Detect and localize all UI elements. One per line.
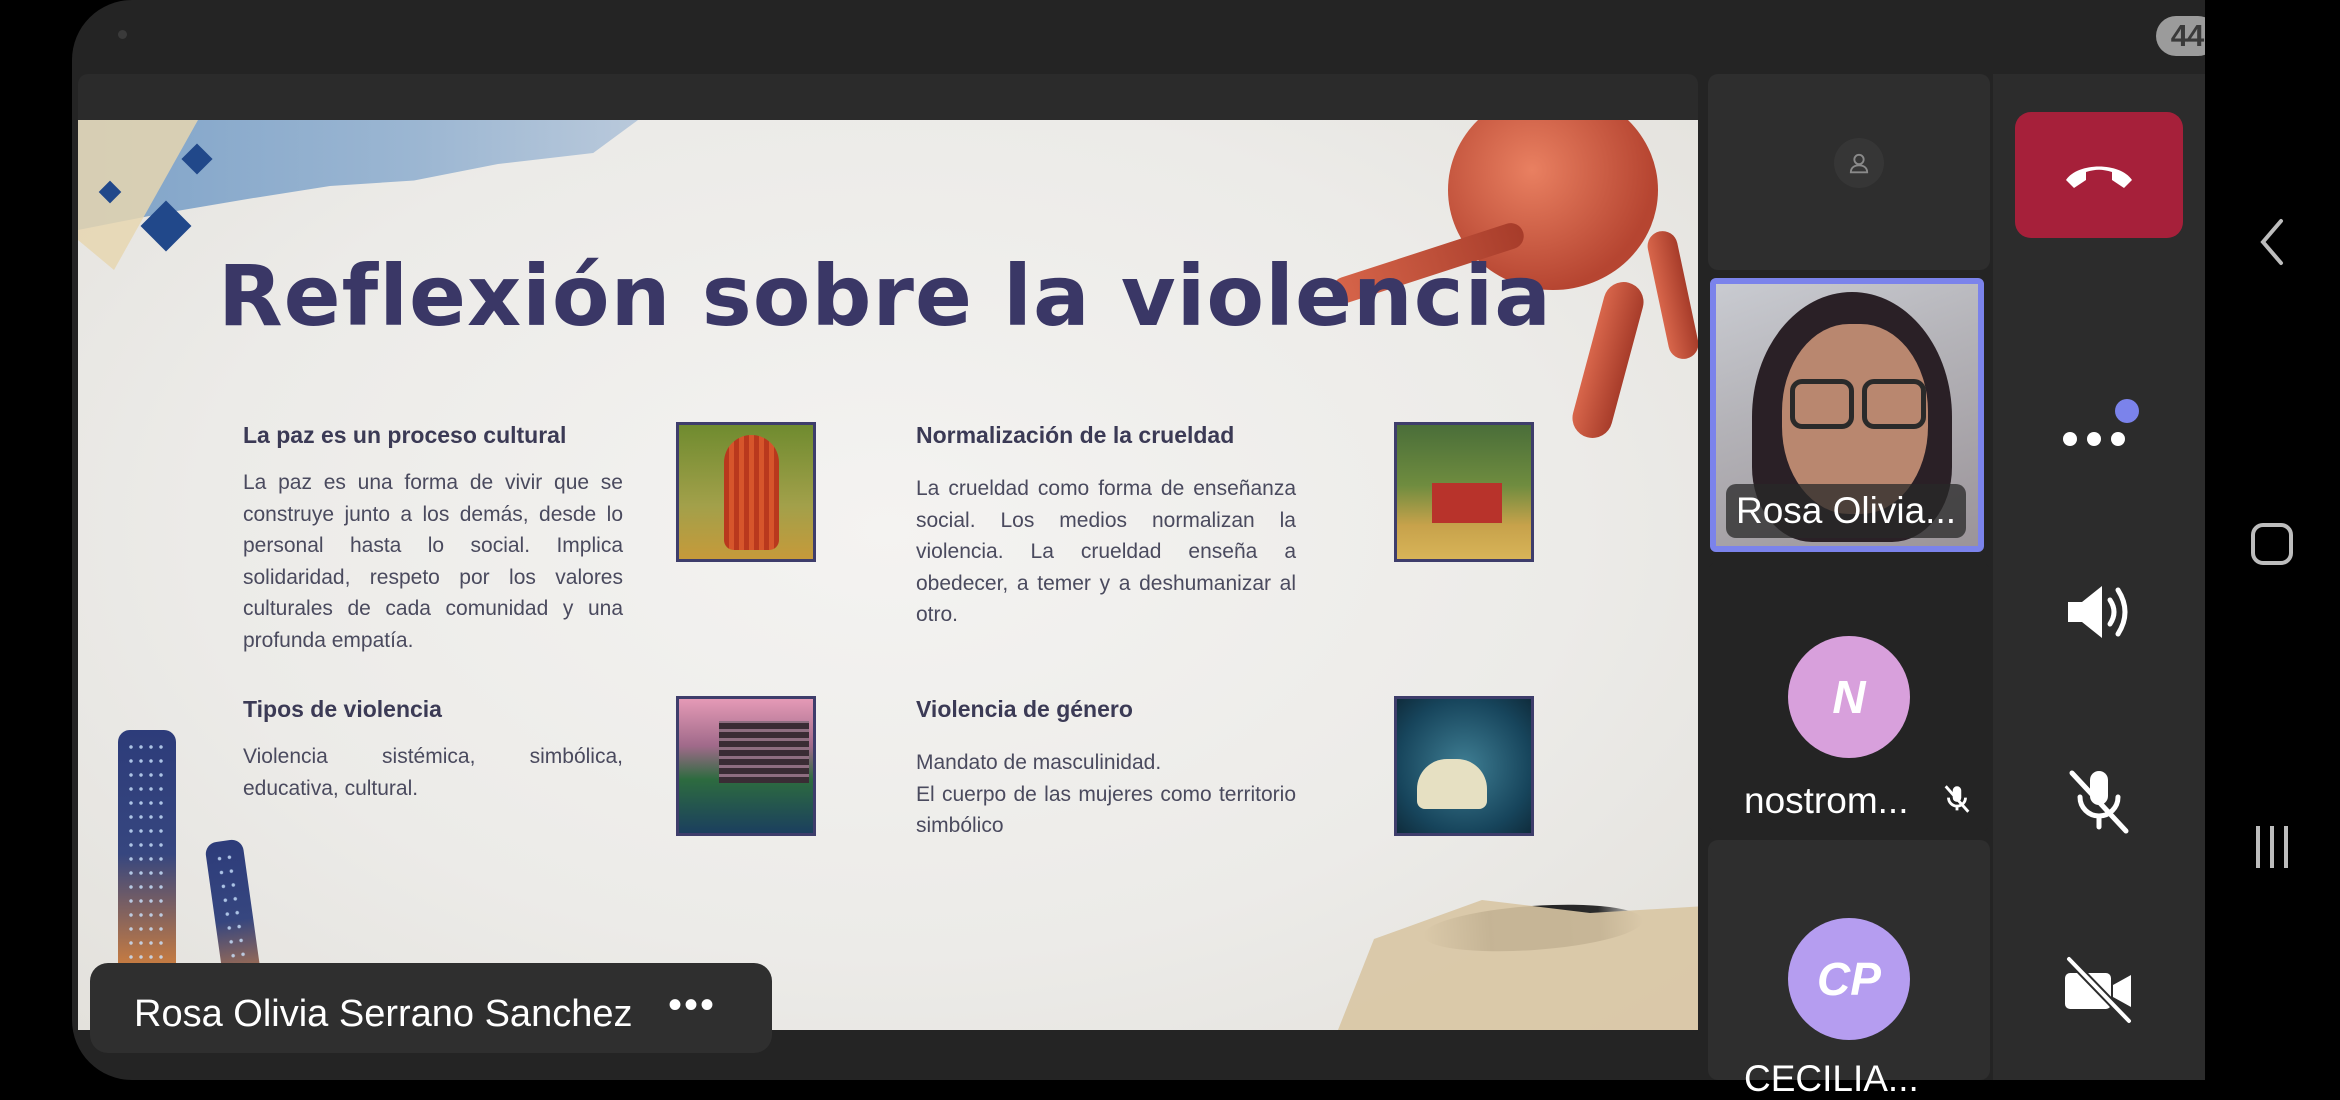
camera-dot [118, 30, 127, 39]
participant-name: Rosa Olivia... [1726, 484, 1967, 538]
slide-image-telephone [1394, 696, 1534, 836]
person-icon [1834, 138, 1884, 188]
presenter-name: Rosa Olivia Serrano Sanchez [134, 993, 633, 1035]
mic-off-icon [1940, 782, 1974, 821]
mic-off-icon [2069, 770, 2129, 834]
avatar: CP [1788, 918, 1910, 1040]
section-body-line: El cuerpo de las mujeres como territorio… [916, 782, 1296, 838]
presenter-bar[interactable]: Rosa Olivia Serrano Sanchez ••• [90, 963, 772, 1053]
stage-header [78, 74, 1698, 120]
speaker-icon [2068, 586, 2128, 638]
back-icon [2260, 219, 2283, 265]
shared-slide: Reflexión sobre la violencia La paz es u… [78, 120, 1698, 1030]
section-body-line: Mandato de masculinidad. [916, 751, 1162, 774]
participant-tile-empty[interactable] [1708, 74, 1990, 270]
participant-name: nostrom... [1744, 780, 1909, 821]
section-heading: Normalización de la crueldad [916, 422, 1235, 448]
section-peace: La paz es un proceso cultural La paz es … [243, 422, 623, 656]
slide-image-hair [676, 422, 816, 562]
section-heading: Tipos de violencia [243, 696, 442, 722]
back-button[interactable] [2250, 214, 2294, 270]
speaker-button[interactable] [2039, 562, 2159, 662]
camera-off-icon [2065, 956, 2132, 1024]
recents-button[interactable] [2248, 820, 2296, 874]
section-body: La crueldad como forma de enseñanza soci… [916, 477, 1296, 626]
more-options-icon [2063, 399, 2139, 446]
avatar: N [1788, 636, 1910, 758]
hang-up-icon [2066, 166, 2132, 188]
notification-badge: 44 [2156, 16, 2205, 56]
more-options-icon[interactable]: ••• [668, 983, 716, 1028]
octopus-tentacle [1644, 228, 1698, 362]
section-gender: Violencia de género Mandato de masculini… [916, 696, 1296, 842]
section-cruelty: Normalización de la crueldad La crueldad… [916, 422, 1296, 631]
section-heading: La paz es un proceso cultural [243, 422, 567, 448]
participant-tile[interactable]: CP CECILIA... [1708, 840, 1990, 1099]
mute-button[interactable] [2039, 750, 2159, 850]
octopus-tentacle [1567, 277, 1649, 443]
slide-image-desk [1394, 422, 1534, 562]
hang-up-button[interactable] [2015, 112, 2183, 238]
torn-paper-decoration [1338, 900, 1698, 1030]
more-actions-button[interactable] [2039, 374, 2159, 474]
call-controls [1993, 74, 2205, 1080]
participant-tile[interactable]: N nostrom... [1708, 562, 1990, 832]
home-button[interactable] [2248, 520, 2296, 568]
section-body: La paz es una forma de vivir que se cons… [243, 471, 623, 652]
participant-name: CECILIA... [1744, 1058, 1919, 1099]
slide-image-building [676, 696, 816, 836]
section-heading: Violencia de género [916, 696, 1133, 722]
section-body: Violencia sistémica, simbólica, educativ… [243, 745, 623, 800]
camera-button[interactable] [2039, 940, 2159, 1040]
section-types: Tipos de violencia Violencia sistémica, … [243, 696, 623, 804]
home-icon [2251, 523, 2293, 565]
slide-title: Reflexión sobre la violencia [218, 247, 1552, 345]
recents-icon [2256, 826, 2288, 868]
participant-video-tile[interactable]: Rosa Olivia... [1710, 278, 1984, 552]
